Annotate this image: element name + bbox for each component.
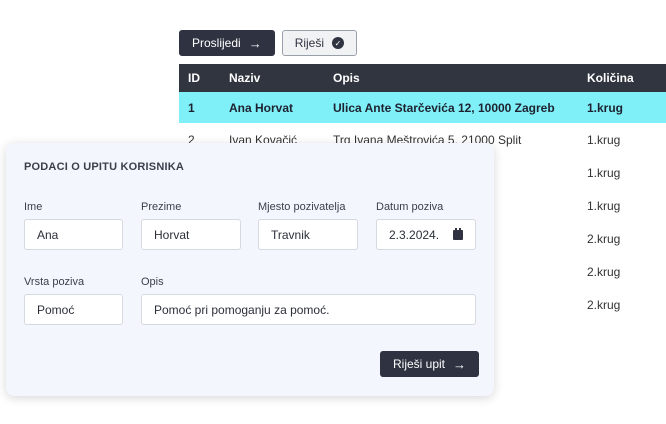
card-title: PODACI O UPITU KORISNIKA bbox=[24, 161, 185, 173]
arrow-right-icon: → bbox=[248, 35, 262, 51]
cell-kolicina: 1.krug bbox=[587, 198, 621, 213]
datum-field[interactable]: 2.3.2024. bbox=[376, 219, 476, 250]
ime-value: Ana bbox=[37, 227, 59, 242]
toolbar: Proslijedi → Riješi ✓ bbox=[179, 30, 358, 56]
cell-kolicina: 2.krug bbox=[587, 231, 621, 246]
mjesto-field[interactable]: Travnik bbox=[258, 219, 358, 250]
table-row[interactable]: 1 Ana Horvat Ulica Ante Starčevića 12, 1… bbox=[179, 92, 666, 123]
mjesto-label: Mjesto pozivatelja bbox=[258, 201, 346, 213]
cell-naziv: Ana Horvat bbox=[229, 100, 294, 115]
mjesto-value: Travnik bbox=[271, 227, 310, 242]
mjesto-field-group: Mjesto pozivatelja Travnik bbox=[258, 201, 358, 250]
header-opis: Opis bbox=[333, 71, 360, 85]
opis-value: Pomoć pri pomoganju za pomoć. bbox=[154, 302, 330, 317]
arrow-right-icon: → bbox=[453, 356, 467, 372]
header-id: ID bbox=[188, 71, 200, 85]
vrsta-label: Vrsta poziva bbox=[24, 276, 85, 288]
prezime-field[interactable]: Horvat bbox=[141, 219, 241, 250]
datum-label: Datum poziva bbox=[376, 201, 444, 213]
header-kolicina: Količina bbox=[587, 71, 634, 85]
ime-field-group: Ime Ana bbox=[24, 201, 123, 250]
resolve-button-label: Riješi bbox=[294, 36, 325, 50]
prezime-value: Horvat bbox=[154, 227, 190, 242]
opis-field[interactable]: Pomoć pri pomoganju za pomoć. bbox=[141, 294, 476, 325]
table-header: ID Naziv Opis Količina bbox=[179, 64, 666, 92]
cell-kolicina: 1.krug bbox=[587, 132, 621, 147]
cell-id: 1 bbox=[188, 100, 195, 115]
datum-field-group: Datum poziva 2.3.2024. bbox=[376, 201, 476, 250]
cell-opis: Ulica Ante Starčevića 12, 10000 Zagreb bbox=[333, 100, 555, 115]
forward-button-label: Proslijedi bbox=[192, 36, 241, 50]
prezime-label: Prezime bbox=[141, 201, 182, 213]
resolve-button[interactable]: Riješi ✓ bbox=[281, 30, 358, 56]
ime-field[interactable]: Ana bbox=[24, 219, 123, 250]
opis-field-group: Opis Pomoć pri pomoganju za pomoć. bbox=[141, 276, 476, 325]
resolve-request-label: Riješi upit bbox=[393, 357, 446, 371]
resolve-request-button[interactable]: Riješi upit → bbox=[380, 351, 480, 377]
vrsta-value: Pomoć bbox=[37, 302, 75, 317]
check-circle-icon: ✓ bbox=[332, 37, 345, 49]
ime-label: Ime bbox=[24, 201, 43, 213]
prezime-field-group: Prezime Horvat bbox=[141, 201, 241, 250]
vrsta-field-group: Vrsta poziva Pomoć bbox=[24, 276, 123, 325]
cell-kolicina: 2.krug bbox=[587, 264, 621, 279]
calendar-icon[interactable] bbox=[453, 228, 463, 240]
header-naziv: Naziv bbox=[229, 71, 261, 85]
cell-kolicina: 1.krug bbox=[587, 165, 621, 180]
cell-kolicina: 1.krug bbox=[587, 100, 624, 115]
vrsta-field[interactable]: Pomoć bbox=[24, 294, 123, 325]
cell-kolicina: 2.krug bbox=[587, 297, 621, 312]
datum-value: 2.3.2024. bbox=[389, 227, 440, 242]
opis-label: Opis bbox=[141, 276, 164, 288]
forward-button[interactable]: Proslijedi → bbox=[179, 30, 275, 56]
request-details-card: PODACI O UPITU KORISNIKA Ime Ana Prezime… bbox=[6, 143, 494, 396]
